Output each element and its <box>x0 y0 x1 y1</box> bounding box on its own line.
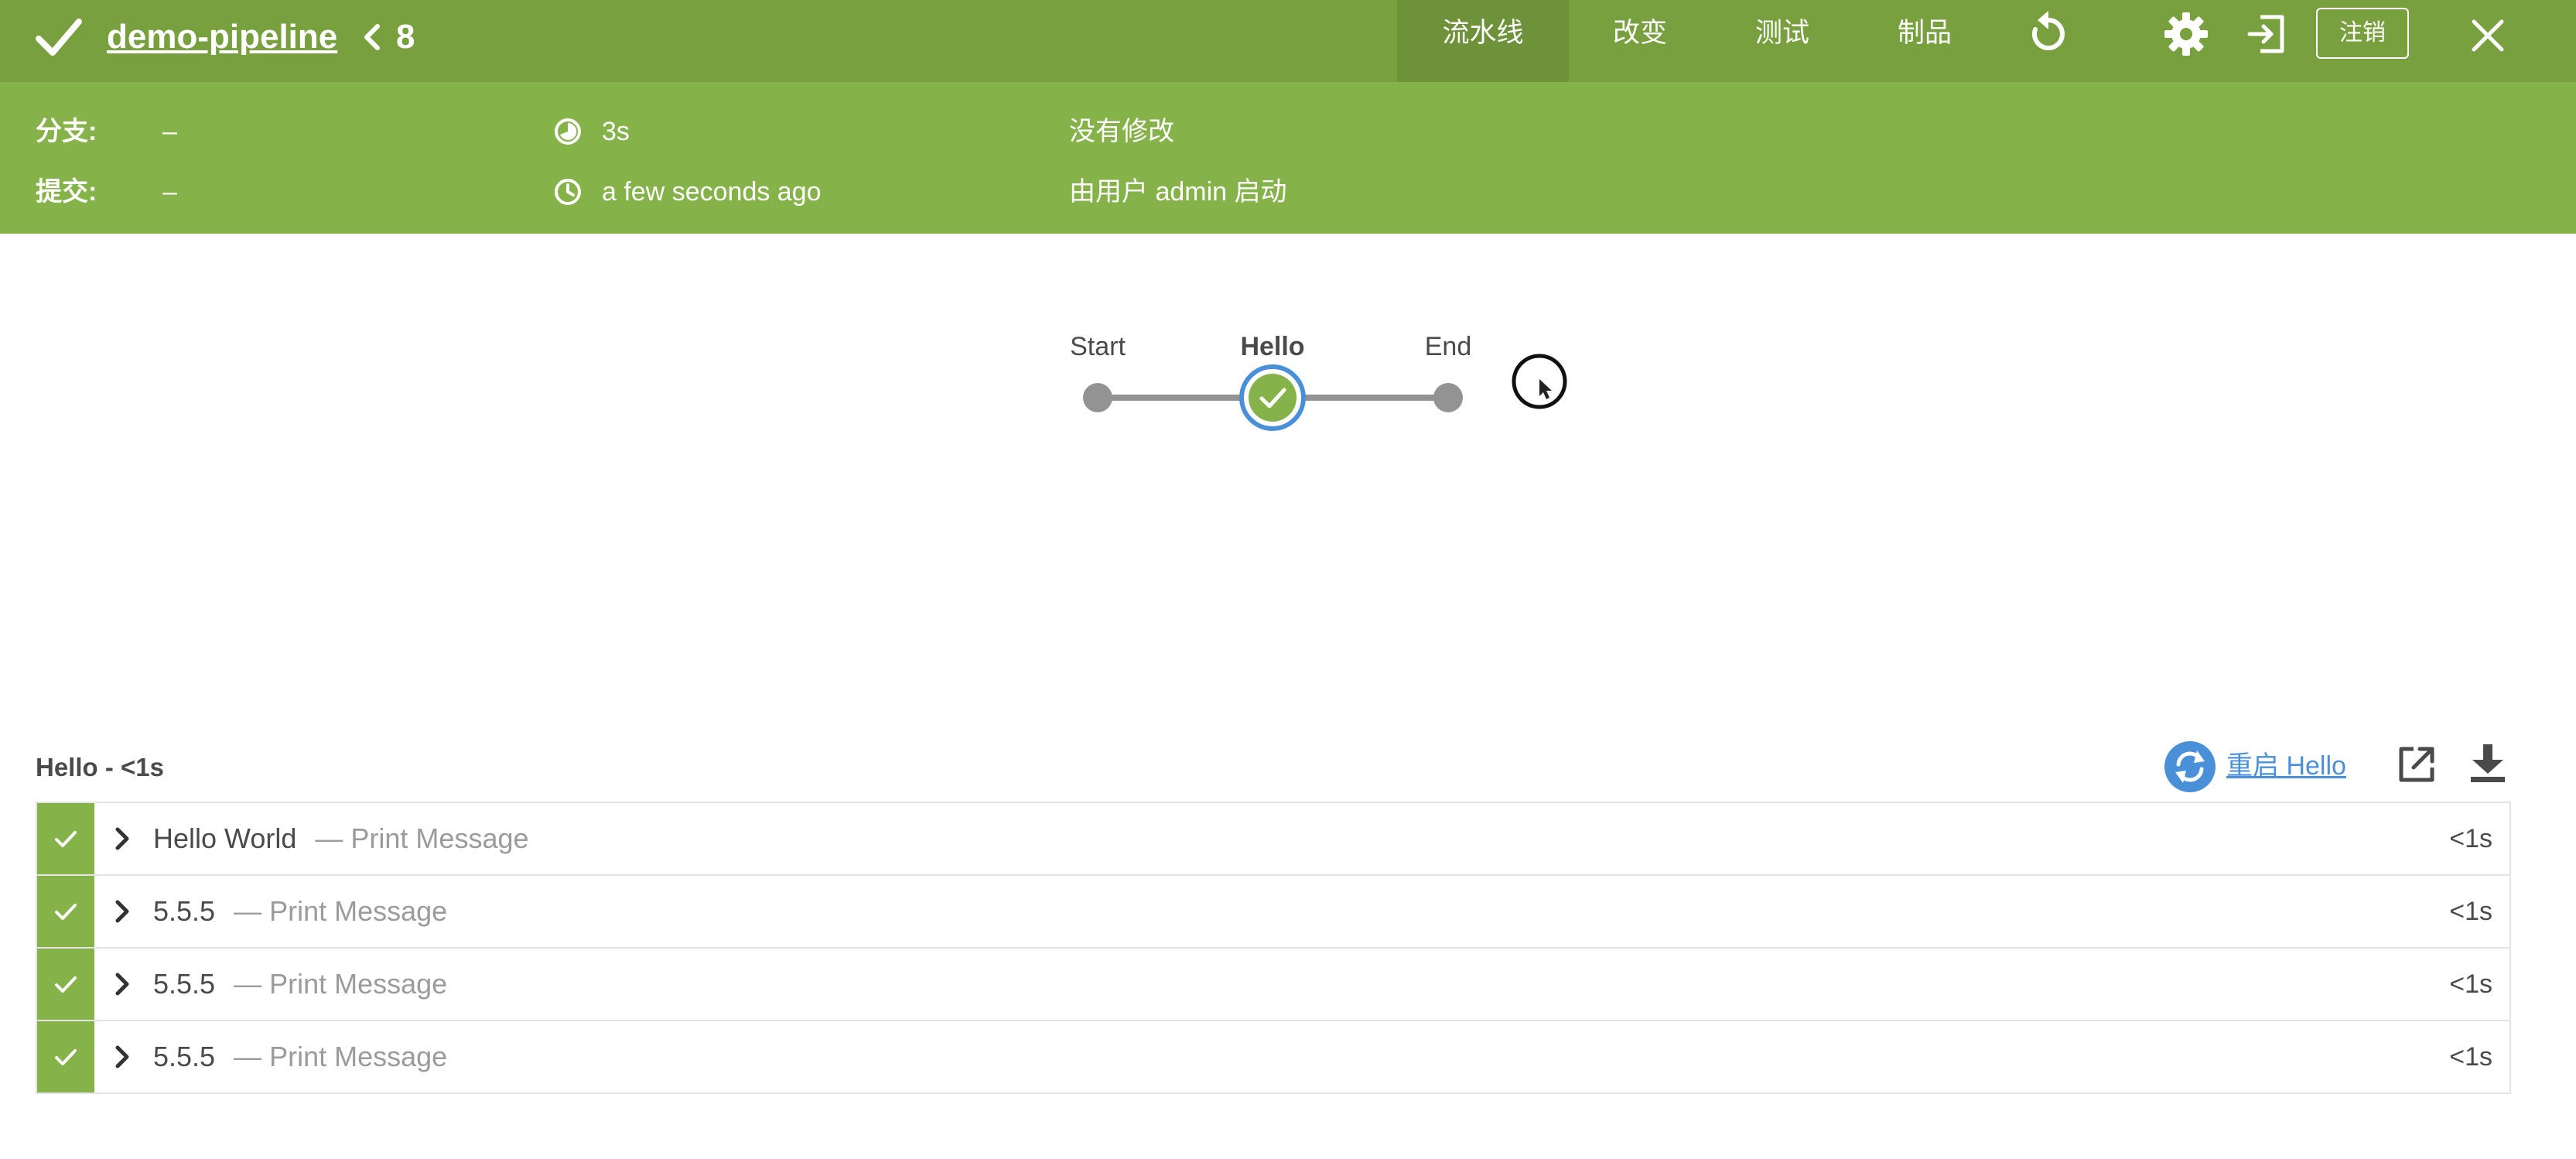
step-success-status <box>37 803 94 874</box>
commit-value: – <box>162 177 177 207</box>
step-duration: <1s <box>2449 1042 2492 1072</box>
step-description: — Print Message <box>315 822 529 854</box>
back-icon[interactable] <box>362 22 382 53</box>
open-external-icon[interactable] <box>2395 743 2438 786</box>
download-icon[interactable] <box>2468 741 2508 785</box>
step-duration: <1s <box>2449 897 2492 926</box>
job-name-link[interactable]: demo-pipeline <box>107 14 337 60</box>
stage-track <box>1083 364 1463 431</box>
chevron-right-icon[interactable] <box>114 826 130 851</box>
chevron-right-icon[interactable] <box>114 899 130 924</box>
step-success-status <box>37 1021 94 1092</box>
time-ago: a few seconds ago <box>602 177 822 207</box>
step-row[interactable]: 5.5.5 — Print Message <1s <box>36 874 2511 947</box>
step-success-status <box>37 949 94 1020</box>
rerun-icon[interactable] <box>2027 9 2070 56</box>
logout-button[interactable]: 注销 <box>2316 8 2409 59</box>
step-description: — Print Message <box>234 1041 448 1072</box>
step-duration: <1s <box>2449 824 2492 853</box>
tab-pipeline[interactable]: 流水线 <box>1397 0 1569 82</box>
step-name: 5.5.5 <box>153 968 216 1000</box>
step-name: 5.5.5 <box>153 1041 216 1072</box>
step-name: Hello World <box>153 822 297 854</box>
clock-icon <box>555 179 581 205</box>
check-icon <box>36 19 82 56</box>
check-icon <box>55 831 77 847</box>
run-info-bar: 分支: – 提交: – 3s a few seconds ago 没有修改 由用… <box>0 82 2576 234</box>
close-icon[interactable] <box>2471 19 2505 53</box>
chevron-right-icon[interactable] <box>114 972 130 997</box>
step-description: — Print Message <box>234 968 448 1000</box>
step-description: — Print Message <box>234 895 448 927</box>
check-icon <box>55 976 77 993</box>
settings-icon[interactable] <box>2163 11 2209 57</box>
changes-text: 没有修改 <box>1069 117 1174 146</box>
stage-node-hello <box>1239 364 1306 431</box>
commit-label: 提交: <box>36 177 97 207</box>
chevron-right-icon[interactable] <box>114 1044 130 1069</box>
stage-node-end <box>1433 383 1463 412</box>
restart-stage-link[interactable]: 重启 Hello <box>2226 747 2346 785</box>
tab-artifacts[interactable]: 制品 <box>1853 0 1996 82</box>
tab-tests[interactable]: 测试 <box>1711 0 1853 82</box>
step-duration: <1s <box>2449 969 2492 999</box>
step-name: 5.5.5 <box>153 895 216 927</box>
exit-icon[interactable] <box>2245 12 2288 56</box>
stage-label-start: Start <box>1070 332 1126 361</box>
step-row[interactable]: Hello World — Print Message <1s <box>36 802 2511 874</box>
duration-value: 3s <box>602 117 630 146</box>
restart-icon[interactable] <box>2164 741 2216 792</box>
step-row[interactable]: 5.5.5 — Print Message <1s <box>36 947 2511 1020</box>
step-success-status <box>37 876 94 947</box>
step-row[interactable]: 5.5.5 — Print Message <1s <box>36 1020 2511 1094</box>
check-icon <box>55 1049 77 1065</box>
branch-value: – <box>162 117 177 146</box>
top-bar: demo-pipeline 8 流水线 改变 测试 制品 注销 <box>0 0 2576 82</box>
stage-title: Hello - <1s <box>36 753 164 781</box>
stage-label-end: End <box>1424 332 1472 361</box>
tab-changes[interactable]: 改变 <box>1569 0 1711 82</box>
stage-node-start <box>1083 383 1112 412</box>
pipeline-graph: Start Hello End <box>1037 309 1516 464</box>
duration-icon <box>555 118 581 145</box>
mouse-cursor-indicator <box>1512 354 1567 409</box>
stage-label-hello[interactable]: Hello <box>1240 331 1304 362</box>
check-icon <box>55 904 77 920</box>
started-by-text: 由用户 admin 启动 <box>1069 177 1287 207</box>
step-list: Hello World — Print Message <1s 5.5.5 — Pr… <box>36 802 2511 1094</box>
branch-label: 分支: <box>36 117 97 146</box>
run-number: 8 <box>396 18 415 56</box>
